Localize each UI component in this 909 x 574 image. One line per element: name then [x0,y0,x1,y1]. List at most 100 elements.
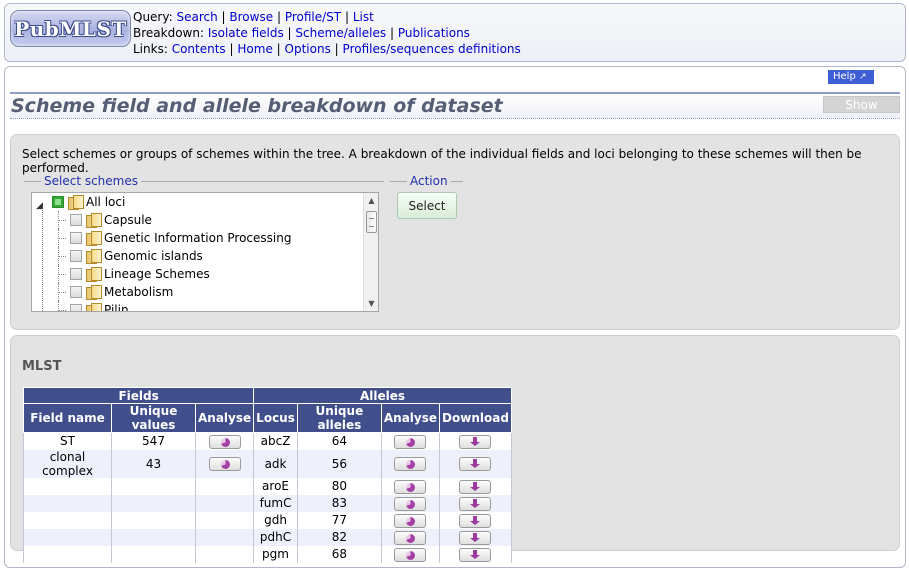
tree-checkbox-icon[interactable] [70,250,82,262]
links-home-link[interactable]: Home [237,42,272,56]
locus-unique-alleles: 83 [296,494,382,512]
table-row: pgm 68 [23,545,512,563]
pie-chart-icon [220,460,230,469]
tree-checkbox-icon[interactable] [52,196,64,208]
breakdown-isolate-fields-link[interactable]: Isolate fields [208,26,284,40]
analyse-field-button[interactable] [208,457,241,471]
page-title: Scheme field and allele breakdown of dat… [11,95,503,117]
download-icon [470,459,481,470]
locus-unique-alleles: 77 [296,511,382,529]
download-locus-button[interactable] [459,479,492,494]
menu-links: Query: Search | Browse | Profile/ST | Li… [133,9,521,57]
locus-name: aroE [253,477,298,495]
locus-name: abcZ [253,432,298,450]
analyse-locus-button[interactable] [394,513,427,528]
instructions-text: Select schemes or groups of schemes with… [22,147,862,175]
download-locus-button[interactable] [459,434,492,449]
query-profile-link[interactable]: Profile/ST [285,10,341,24]
tree-checkbox-icon[interactable] [70,304,82,311]
tree-checkbox-icon[interactable] [70,286,82,298]
links-contents-link[interactable]: Contents [172,42,226,56]
tree-checkbox-icon[interactable] [70,268,82,280]
tree-item-genetic-information-processing[interactable]: Genetic Information Processing [32,229,362,247]
tree-checkbox-icon[interactable] [70,232,82,244]
col-analyse-alleles: Analyse [380,403,441,433]
download-locus-button[interactable] [459,530,492,545]
analyse-locus-button[interactable] [394,479,427,494]
table-row: clonal complex 43 adk 56 [23,449,512,478]
tree-item-metabolism[interactable]: Metabolism [32,283,362,301]
folder-icon [68,195,84,210]
field-name: ST [23,432,112,450]
pie-chart-icon [406,533,416,543]
scroll-up-icon[interactable]: ▲ [364,193,378,208]
locus-unique-alleles: 64 [296,432,382,450]
download-icon [470,515,481,527]
download-locus-button[interactable] [459,457,492,471]
locus-name: fumC [253,494,298,512]
analyse-locus-button[interactable] [394,547,427,562]
tree-item-pilin[interactable]: Pilin [32,301,362,311]
tree-item-label: All loci [86,195,126,209]
pie-chart-icon [406,437,416,447]
download-locus-button[interactable] [459,496,492,511]
locus-unique-alleles: 80 [296,477,382,495]
select-schemes-legend: Select schemes [41,173,141,189]
tree-item-genomic-islands[interactable]: Genomic islands [32,247,362,265]
action-legend: Action [407,173,451,189]
pie-chart-icon [406,460,416,469]
tree-item-label: Lineage Schemes [104,267,210,281]
locus-name: pgm [253,545,298,563]
breakdown-scheme-alleles-link[interactable]: Scheme/alleles [295,26,386,40]
locus-unique-alleles: 82 [296,528,382,546]
download-icon [470,549,481,561]
pie-chart-icon [406,550,416,560]
links-row: Links: Contents | Home | Options | Profi… [133,42,521,56]
breakdown-table: Fields Alleles Field name Unique values … [22,387,512,563]
tree-item-all-loci[interactable]: ◢ All loci [32,193,362,211]
analyse-locus-button[interactable] [394,496,427,511]
tree-scrollbar[interactable]: ▲ ▼ [363,193,378,311]
show-options-button[interactable]: Show options [823,96,900,129]
tree-item-label: Genetic Information Processing [104,231,292,245]
tree-item-lineage-schemes[interactable]: Lineage Schemes [32,265,362,283]
query-list-link[interactable]: List [353,10,374,24]
tree-item-label: Capsule [104,213,152,227]
links-label: Links: [133,42,168,56]
folder-icon [86,249,102,264]
analyse-locus-button[interactable] [394,457,427,471]
pubmlst-logo[interactable]: PubMLST [10,10,131,47]
scrollbar-thumb[interactable] [366,211,377,233]
folder-icon [86,303,102,311]
tree-item-label: Genomic islands [104,249,203,263]
analyse-locus-button[interactable] [394,434,427,449]
table-row: fumC 83 [23,494,512,512]
breakdown-row: Breakdown: Isolate fields | Scheme/allel… [133,26,470,40]
analyse-field-button[interactable] [208,434,241,449]
tree-checkbox-icon[interactable] [70,214,82,226]
download-locus-button[interactable] [459,547,492,562]
table-row: gdh 77 [23,511,512,529]
query-browse-link[interactable]: Browse [229,10,273,24]
select-button[interactable]: Select [397,192,457,219]
breakdown-publications-link[interactable]: Publications [398,26,470,40]
links-options-link[interactable]: Options [285,42,331,56]
alleles-header: Alleles [253,387,512,404]
mlst-breakdown-box: MLST Fields Alleles Field name Unique va… [10,335,900,563]
col-unique-values: Unique values [111,403,196,433]
field-name: clonal complex [23,449,112,478]
download-icon [470,481,481,493]
query-row: Query: Search | Browse | Profile/ST | Li… [133,10,374,24]
links-profiles-link[interactable]: Profiles/sequences definitions [343,42,521,56]
folder-icon [86,231,102,246]
breakdown-label: Breakdown: [133,26,205,40]
scroll-down-icon[interactable]: ▼ [364,296,378,311]
tree-item-capsule[interactable]: Capsule [32,211,362,229]
query-search-link[interactable]: Search [176,10,217,24]
analyse-locus-button[interactable] [394,530,427,545]
help-button[interactable]: Help ↗ [828,70,874,84]
fields-header: Fields [22,387,255,404]
scheme-tree[interactable]: ◢ All loci Capsule Genetic Information P… [31,192,379,312]
folder-icon [86,213,102,228]
download-locus-button[interactable] [459,513,492,528]
